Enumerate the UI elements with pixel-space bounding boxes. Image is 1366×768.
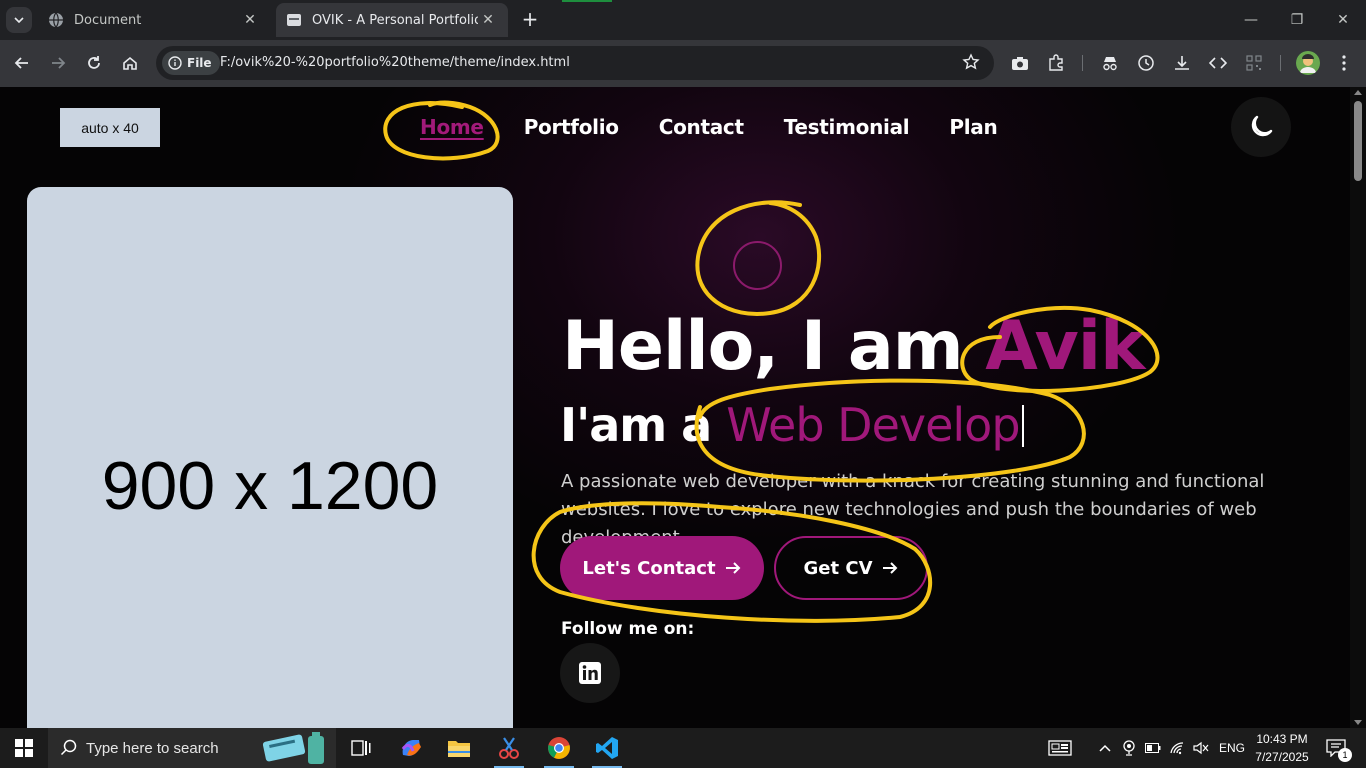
volume-muted-icon[interactable] — [1190, 728, 1212, 768]
devtools-code-icon[interactable] — [1206, 51, 1230, 75]
clock-time[interactable]: 10:43 PM — [1256, 732, 1308, 746]
start-button[interactable] — [0, 728, 48, 768]
tab-title: Document — [74, 12, 142, 28]
decorative-circle — [733, 241, 782, 290]
file-explorer-icon[interactable] — [436, 728, 482, 768]
hero-image-placeholder: 900 x 1200 — [27, 187, 513, 728]
snipping-tool-icon[interactable] — [486, 728, 532, 768]
tab-ovik[interactable]: OVIK - A Personal Portfolio Tem ✕ — [276, 3, 508, 37]
task-view-icon[interactable] — [338, 728, 384, 768]
keyboard-layout-icon[interactable] — [1040, 728, 1080, 768]
logo-placeholder[interactable]: auto x 40 — [60, 108, 160, 147]
tray-chevron-up-icon[interactable] — [1094, 728, 1116, 768]
scrollbar-thumb[interactable] — [1354, 101, 1362, 181]
chrome-icon[interactable] — [536, 728, 582, 768]
search-icon — [60, 739, 77, 756]
taskbar-search-box[interactable]: Type here to search — [48, 728, 336, 768]
scroll-down-icon[interactable] — [1354, 720, 1362, 725]
linkedin-button[interactable] — [560, 643, 620, 703]
minimize-icon[interactable]: — — [1228, 8, 1274, 32]
nav-link-home[interactable]: Home — [420, 115, 484, 139]
forward-icon[interactable] — [46, 51, 70, 75]
browser-toolbar: File F:/ovik%20-%20portfolio%20theme/the… — [0, 40, 1366, 87]
windows-taskbar: Type here to search ENG 10:43 PM 7/27/20… — [0, 728, 1366, 768]
travel-luggage-icon — [262, 732, 324, 764]
theme-toggle-button[interactable] — [1231, 97, 1291, 157]
moon-icon — [1251, 115, 1273, 137]
portfolio-page: auto x 40 Home Portfolio Contact Testimo… — [0, 87, 1350, 728]
new-tab-button[interactable]: + — [518, 8, 542, 32]
tab-title: OVIK - A Personal Portfolio Tem — [312, 12, 478, 28]
wifi-icon[interactable] — [1166, 728, 1188, 768]
battery-icon[interactable] — [1142, 728, 1164, 768]
back-icon[interactable] — [10, 51, 34, 75]
search-placeholder: Type here to search — [86, 739, 219, 757]
bookmark-star-icon[interactable] — [962, 53, 980, 75]
button-label: Let's Contact — [582, 557, 716, 579]
role-prefix: I'am a — [560, 398, 727, 452]
notification-count-badge: 1 — [1338, 748, 1352, 762]
image-size-label: 900 x 1200 — [101, 448, 439, 524]
arrow-right-icon — [725, 562, 741, 574]
get-cv-button[interactable]: Get CV — [774, 536, 928, 600]
profile-avatar[interactable] — [1296, 51, 1320, 75]
toolbar-separator — [1280, 55, 1281, 71]
hero-role-line: I'am a Web Develop — [560, 402, 1024, 448]
tab-document[interactable]: Document ✕ — [38, 3, 270, 37]
toolbar-separator — [1082, 55, 1083, 71]
button-label: Get CV — [803, 557, 873, 579]
hero-heading: Hello, I am Avik — [562, 313, 1145, 381]
browser-tab-strip: Document ✕ OVIK - A Personal Portfolio T… — [0, 0, 1366, 40]
notification-center-icon[interactable]: 1 — [1318, 728, 1354, 768]
scroll-up-icon[interactable] — [1354, 90, 1362, 95]
download-icon[interactable] — [1170, 51, 1194, 75]
screenshot-icon[interactable] — [1008, 51, 1032, 75]
page-favicon-icon — [286, 12, 302, 28]
extensions-icon[interactable] — [1044, 51, 1068, 75]
info-icon — [168, 56, 182, 70]
nav-link-plan[interactable]: Plan — [949, 115, 997, 139]
tab-close-icon[interactable]: ✕ — [478, 12, 498, 28]
lets-contact-button[interactable]: Let's Contact — [560, 536, 764, 600]
greeting-text: Hello, I am — [562, 307, 986, 386]
close-window-icon[interactable]: ✕ — [1320, 8, 1366, 32]
qr-code-icon[interactable] — [1242, 51, 1266, 75]
incognito-icon[interactable] — [1098, 51, 1122, 75]
tab-group-indicator — [562, 0, 612, 2]
globe-icon — [48, 12, 64, 28]
typing-role-text: Web Develop — [726, 398, 1020, 452]
page-scrollbar[interactable] — [1350, 87, 1366, 728]
address-bar[interactable]: File F:/ovik%20-%20portfolio%20theme/the… — [156, 46, 994, 80]
arrow-right-icon — [882, 562, 897, 574]
clock-date[interactable]: 7/27/2025 — [1254, 750, 1310, 764]
hero-name: Avik — [985, 307, 1145, 386]
url-text[interactable]: F:/ovik%20-%20portfolio%20theme/theme/in… — [220, 55, 570, 70]
restore-icon[interactable]: ❐ — [1274, 8, 1320, 32]
follow-label: Follow me on: — [561, 619, 695, 639]
site-info-chip[interactable]: File — [162, 51, 220, 75]
webcam-icon[interactable] — [1118, 728, 1140, 768]
tab-close-icon[interactable]: ✕ — [240, 12, 260, 28]
linkedin-icon — [579, 662, 601, 684]
language-indicator[interactable]: ENG — [1219, 741, 1245, 755]
tab-search-button[interactable] — [6, 7, 32, 33]
chrome-menu-icon[interactable] — [1332, 51, 1356, 75]
nav-link-portfolio[interactable]: Portfolio — [524, 115, 619, 139]
history-icon[interactable] — [1134, 51, 1158, 75]
nav-link-contact[interactable]: Contact — [659, 115, 744, 139]
nav-link-testimonial[interactable]: Testimonial — [784, 115, 910, 139]
main-nav: Home Portfolio Contact Testimonial Plan — [420, 115, 1037, 139]
typing-cursor — [1021, 405, 1024, 447]
reload-icon[interactable] — [82, 51, 106, 75]
vscode-icon[interactable] — [584, 728, 630, 768]
home-icon[interactable] — [118, 51, 142, 75]
copilot-icon[interactable] — [388, 728, 434, 768]
chip-label: File — [187, 56, 212, 70]
windows-logo-icon — [15, 739, 33, 757]
